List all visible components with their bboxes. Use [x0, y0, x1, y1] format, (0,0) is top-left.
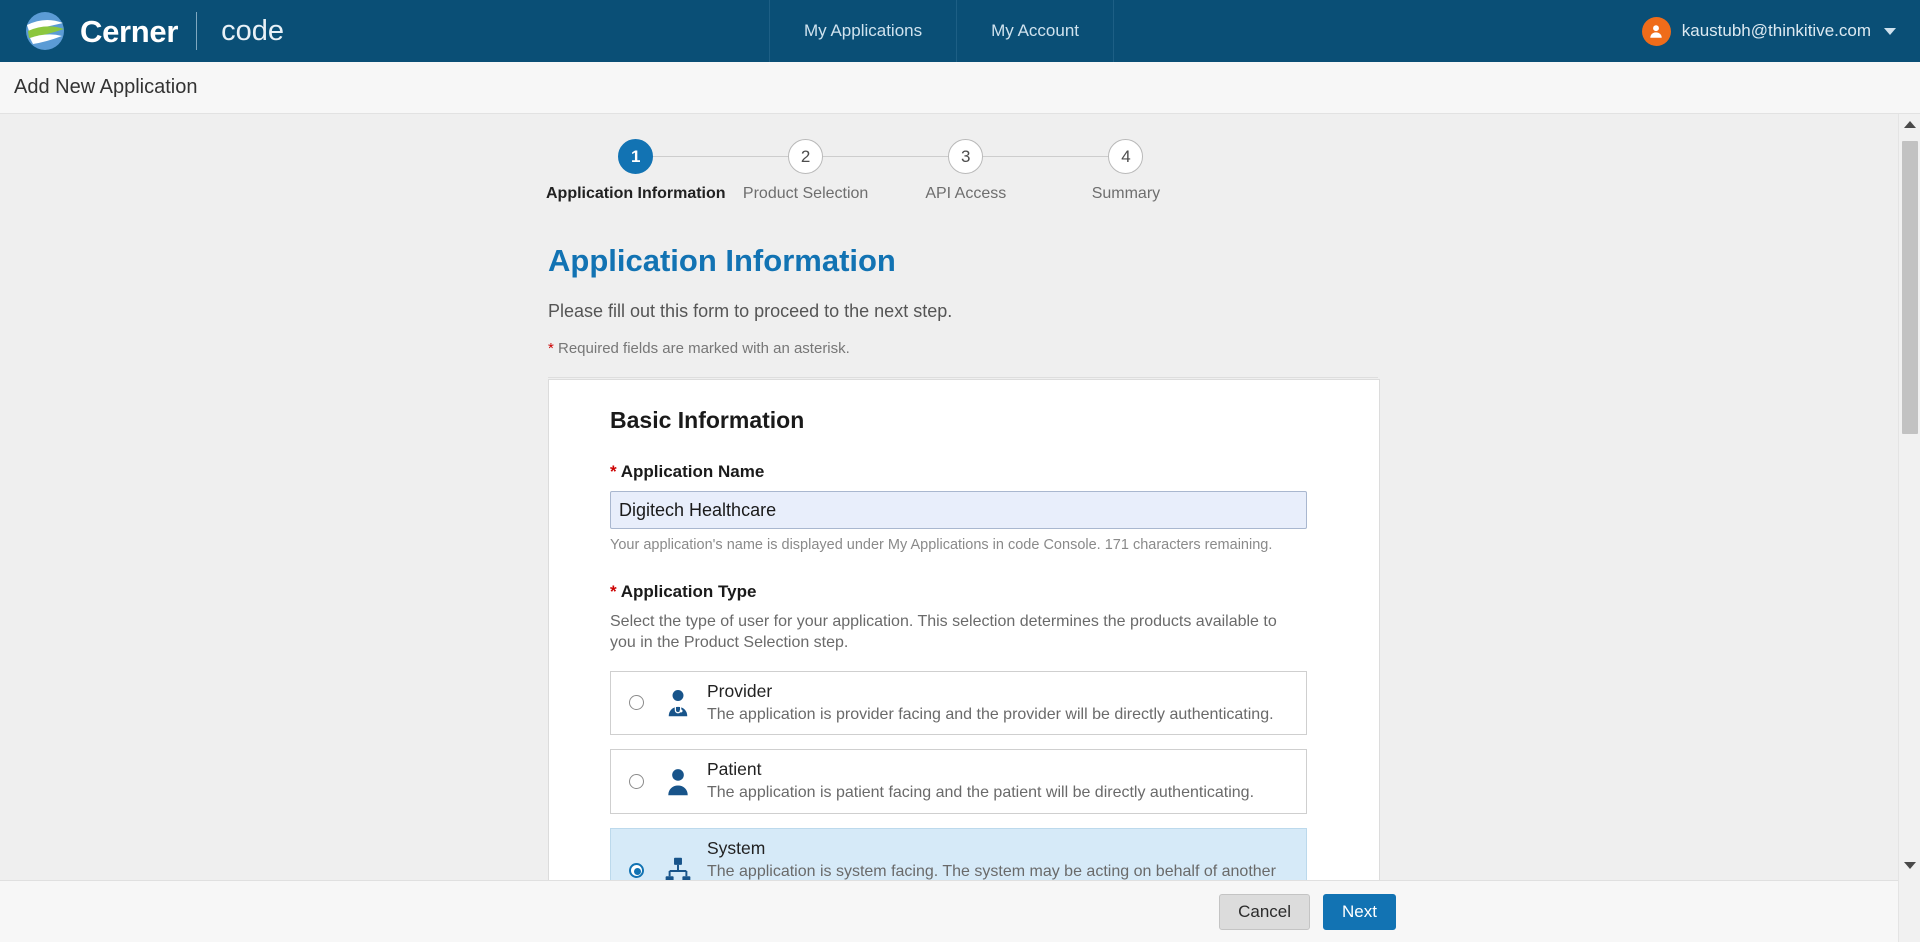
patient-option-name: Patient: [707, 759, 762, 780]
nav-my-applications[interactable]: My Applications: [769, 0, 958, 62]
application-type-option-provider[interactable]: Provider The application is provider fac…: [610, 670, 1307, 736]
application-type-label-text: Application Type: [620, 582, 757, 601]
required-fields-note-text: Required fields are marked with an aster…: [553, 340, 850, 357]
system-hierarchy-icon: [661, 854, 695, 880]
radio-system[interactable]: [629, 863, 644, 879]
page-subheader: Add New Application: [0, 62, 1920, 114]
chevron-down-icon: [1884, 27, 1896, 35]
step-1-circle[interactable]: 1: [618, 139, 654, 174]
system-option-description: The application is system facing. The sy…: [707, 863, 1276, 880]
provider-option-text: Provider The application is provider fac…: [707, 681, 1294, 726]
step-2-label: Product Selection: [742, 185, 869, 202]
page-body: 1 Application Information 2 Product Sele…: [0, 114, 1920, 942]
cerner-swoosh-logo-icon: [24, 10, 66, 52]
top-navigation-bar: Cerner code My Applications My Account k…: [0, 0, 1920, 62]
application-name-input[interactable]: [610, 491, 1307, 529]
scrollbar-thumb[interactable]: [1902, 141, 1918, 434]
system-option-name: System: [707, 838, 766, 859]
patient-person-icon: [661, 765, 695, 799]
application-type-option-patient[interactable]: Patient The application is patient facin…: [610, 749, 1307, 815]
step-api-access[interactable]: 3 API Access: [886, 139, 1046, 203]
nav-my-account[interactable]: My Account: [956, 0, 1114, 62]
required-asterisk-icon: *: [610, 582, 617, 601]
required-fields-note: * Required fields are marked with an ast…: [548, 340, 1378, 357]
system-option-text: System The application is system facing.…: [707, 838, 1294, 880]
step-3-label: API Access: [925, 185, 1007, 202]
page-content: 1 Application Information 2 Product Sele…: [0, 114, 1900, 880]
user-account-menu[interactable]: kaustubh@thinkitive.com: [1641, 0, 1920, 62]
cancel-button[interactable]: Cancel: [1219, 893, 1311, 930]
provider-option-description: The application is provider facing and t…: [707, 705, 1274, 723]
page-title: Add New Application: [14, 76, 198, 98]
form-title: Application Information: [548, 243, 896, 278]
scroll-down-triangle: [1904, 862, 1916, 869]
step-4-label: Summary: [1091, 185, 1161, 202]
scroll-up-arrow-icon[interactable]: [1899, 114, 1920, 135]
provider-doctor-icon: [661, 686, 695, 720]
scroll-up-triangle: [1903, 121, 1916, 128]
scroll-down-arrow-icon[interactable]: [1899, 855, 1920, 876]
application-type-option-system[interactable]: System The application is system facing.…: [610, 828, 1307, 880]
form-header: Application Information Please fill out …: [548, 203, 1378, 357]
user-avatar-icon: [1641, 16, 1671, 46]
brand-logo-area[interactable]: Cerner code: [0, 0, 770, 62]
step-product-selection[interactable]: 2 Product Selection: [726, 139, 886, 203]
basic-information-card: Basic Information * Application Name You…: [548, 379, 1380, 880]
application-type-label: * Application Type: [610, 582, 1341, 602]
application-name-helper-text: Your application's name is displayed und…: [610, 537, 1273, 553]
wizard-stepper: 1 Application Information 2 Product Sele…: [546, 139, 1206, 203]
step-summary[interactable]: 4 Summary: [1046, 139, 1206, 203]
header-divider: [548, 377, 1378, 378]
brand-name: Cerner: [80, 13, 179, 49]
next-button[interactable]: Next: [1323, 893, 1396, 930]
step-3-circle[interactable]: 3: [948, 139, 984, 174]
stepper-connector-line: [628, 156, 1124, 157]
scroll-area: 1 Application Information 2 Product Sele…: [0, 114, 1920, 880]
step-2-circle[interactable]: 2: [788, 139, 824, 174]
provider-option-name: Provider: [707, 680, 773, 701]
patient-option-text: Patient The application is patient facin…: [707, 759, 1294, 804]
radio-provider[interactable]: [629, 695, 644, 711]
step-application-information[interactable]: 1 Application Information: [546, 139, 726, 203]
vertical-scrollbar[interactable]: [1898, 114, 1920, 942]
brand-sub-name: code: [221, 14, 285, 47]
application-type-description: Select the type of user for your applica…: [610, 613, 1277, 652]
step-4-circle[interactable]: 4: [1108, 139, 1144, 174]
brand-divider: [196, 12, 198, 50]
main-nav-items: My Applications My Account: [769, 0, 1114, 62]
user-email-label: kaustubh@thinkitive.com: [1681, 21, 1871, 40]
form-description: Please fill out this form to proceed to …: [548, 301, 953, 321]
required-asterisk-icon: *: [610, 462, 617, 481]
application-name-label-text: Application Name: [620, 462, 765, 481]
application-name-label: * Application Name: [610, 462, 1341, 482]
patient-option-description: The application is patient facing and th…: [707, 784, 1255, 802]
step-1-label: Application Information: [546, 185, 726, 202]
card-title: Basic Information: [610, 407, 805, 433]
radio-patient[interactable]: [629, 774, 644, 790]
wizard-footer: Cancel Next: [0, 880, 1920, 942]
